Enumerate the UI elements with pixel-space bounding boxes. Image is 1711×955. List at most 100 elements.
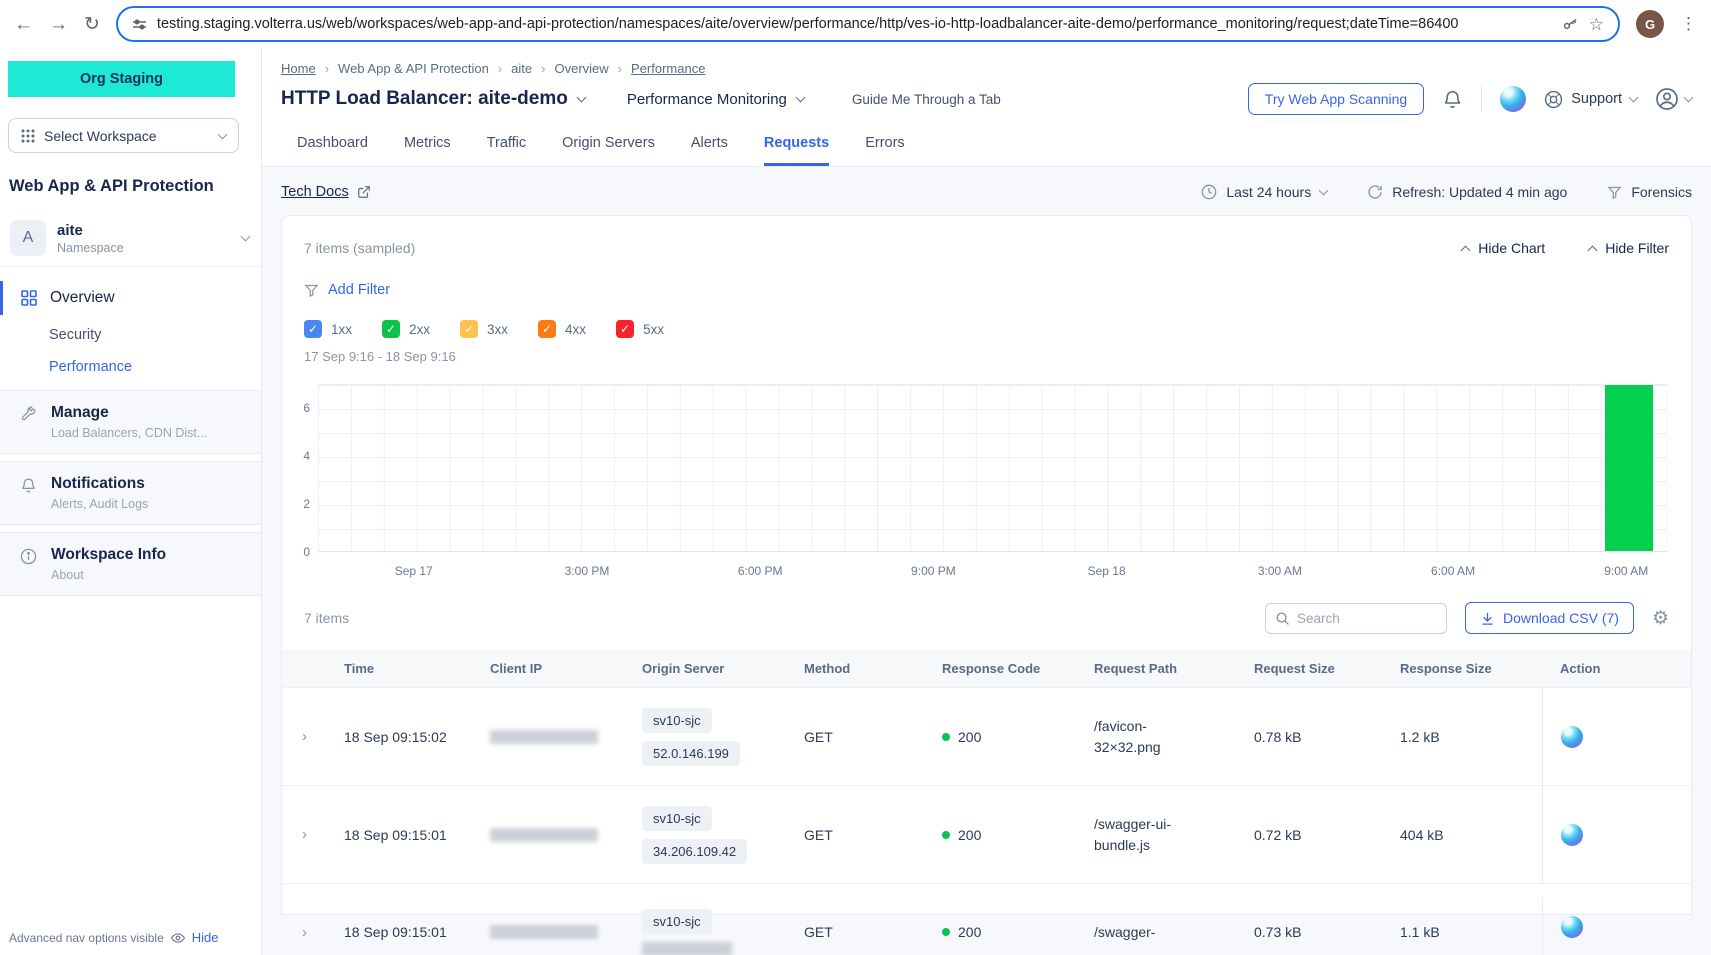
gear-icon[interactable]: ⚙ [1652, 607, 1669, 630]
grid-dots-icon [21, 129, 35, 143]
tab-requests[interactable]: Requests [764, 135, 829, 166]
col-method: Method [786, 661, 924, 676]
reload-icon[interactable]: ↻ [84, 15, 100, 34]
legend-1xx[interactable]: ✓ 1xx [304, 320, 352, 338]
chart-plot-area [318, 384, 1667, 552]
add-filter-button[interactable]: Add Filter [304, 282, 1669, 298]
forensics-control[interactable]: Forensics [1607, 184, 1692, 200]
monitoring-dropdown[interactable]: Performance Monitoring [627, 91, 804, 108]
client-ip-redacted [490, 828, 598, 842]
checkbox-2xx-checked[interactable]: ✓ [382, 320, 400, 338]
cell-response-size: 1.1 kB [1382, 924, 1542, 940]
origin-site-chip: sv10-sjc [642, 806, 712, 831]
breadcrumb-namespace[interactable]: aite [511, 61, 532, 76]
expand-row-icon[interactable]: › [282, 728, 326, 745]
account-menu[interactable] [1655, 87, 1692, 111]
expand-row-icon[interactable]: › [282, 924, 326, 941]
chevron-down-icon [795, 93, 805, 103]
add-filter-label: Add Filter [328, 282, 390, 298]
cell-method: GET [786, 827, 924, 843]
back-icon[interactable]: ← [14, 15, 33, 34]
breadcrumb-waap[interactable]: Web App & API Protection [338, 61, 489, 76]
guide-me-link[interactable]: Guide Me Through a Tab [852, 92, 1001, 107]
sidebar-item-notifications[interactable]: Notifications Alerts, Audit Logs [0, 461, 261, 525]
action-sphere-icon[interactable] [1561, 726, 1583, 748]
download-csv-button[interactable]: Download CSV (7) [1465, 602, 1634, 634]
search-icon [1275, 611, 1290, 626]
table-row[interactable]: › 18 Sep 09:15:02 sv10-sjc 52.0.146.199 … [282, 687, 1691, 785]
password-key-icon[interactable] [1562, 16, 1579, 33]
table-row[interactable]: › 18 Sep 09:15:01 sv10-sjc GET 200 /swag… [282, 883, 1691, 955]
cell-request-path: /favicon-32×32.png [1076, 716, 1204, 758]
col-response-code: Response Code [924, 661, 1076, 676]
tab-bar: Dashboard Metrics Traffic Origin Servers… [297, 135, 1692, 166]
chevron-down-icon [1629, 93, 1639, 103]
tune-icon[interactable] [132, 17, 147, 32]
legend-5xx[interactable]: ✓ 5xx [616, 320, 664, 338]
legend-3xx[interactable]: ✓ 3xx [460, 320, 508, 338]
expand-row-icon[interactable]: › [282, 826, 326, 843]
chevron-down-icon [576, 93, 586, 103]
sidebar-item-manage[interactable]: Manage Load Balancers, CDN Dist... [0, 390, 261, 454]
forward-icon[interactable]: → [49, 15, 68, 34]
checkbox-5xx-checked[interactable]: ✓ [616, 320, 634, 338]
action-sphere-icon[interactable] [1561, 916, 1583, 938]
tab-dashboard[interactable]: Dashboard [297, 135, 368, 166]
table-row[interactable]: › 18 Sep 09:15:01 sv10-sjc 34.206.109.42… [282, 785, 1691, 883]
sidebar-item-overview[interactable]: Overview [0, 277, 261, 319]
sidebar-item-security[interactable]: Security [0, 319, 261, 351]
tech-docs-label: Tech Docs [281, 184, 349, 200]
notification-bell-icon[interactable] [1442, 89, 1463, 110]
url-bar[interactable]: testing.staging.volterra.us/web/workspac… [116, 6, 1620, 42]
tab-errors[interactable]: Errors [865, 135, 904, 166]
cell-client-ip [472, 828, 624, 842]
client-ip-redacted [490, 730, 598, 744]
breadcrumb-performance[interactable]: Performance [631, 61, 705, 76]
sidebar-item-manage-label: Manage [51, 404, 207, 422]
namespace-type: Namespace [57, 241, 124, 255]
cell-action [1542, 786, 1691, 883]
bookmark-star-icon[interactable]: ☆ [1589, 16, 1604, 33]
legend-2xx-label: 2xx [409, 322, 430, 337]
sidebar-item-workspace-info-label: Workspace Info [51, 546, 166, 564]
refresh-label: Refresh: Updated 4 min ago [1392, 184, 1567, 200]
legend-4xx[interactable]: ✓ 4xx [538, 320, 586, 338]
cell-response-size: 404 kB [1382, 827, 1542, 843]
hide-filter-button[interactable]: Hide Filter [1589, 240, 1669, 256]
page-title-dropdown[interactable]: HTTP Load Balancer: aite-demo [281, 88, 585, 110]
breadcrumb-overview[interactable]: Overview [554, 61, 608, 76]
cell-response-code: 200 [924, 729, 1076, 745]
search-input[interactable] [1297, 611, 1437, 626]
workspace-selector[interactable]: Select Workspace [8, 118, 239, 153]
browser-profile-avatar[interactable]: G [1636, 10, 1664, 38]
browser-menu-icon[interactable]: ⋮ [1680, 14, 1697, 34]
tab-alerts[interactable]: Alerts [691, 135, 728, 166]
checkbox-4xx-checked[interactable]: ✓ [538, 320, 556, 338]
search-box[interactable] [1265, 603, 1447, 634]
try-web-app-scanning-button[interactable]: Try Web App Scanning [1248, 83, 1424, 115]
y-tick: 0 [303, 545, 310, 559]
tab-metrics[interactable]: Metrics [404, 135, 451, 166]
tab-origin-servers[interactable]: Origin Servers [562, 135, 655, 166]
hide-chart-button[interactable]: Hide Chart [1462, 240, 1545, 256]
chart-bar[interactable] [1605, 385, 1653, 551]
refresh-control[interactable]: Refresh: Updated 4 min ago [1367, 184, 1567, 200]
y-tick: 2 [303, 497, 310, 511]
time-range-dropdown[interactable]: Last 24 hours [1201, 184, 1327, 200]
checkbox-3xx-checked[interactable]: ✓ [460, 320, 478, 338]
tech-docs-link[interactable]: Tech Docs [281, 184, 371, 200]
hide-advanced-nav-link[interactable]: Hide [192, 930, 219, 945]
checkbox-1xx-checked[interactable]: ✓ [304, 320, 322, 338]
legend-2xx[interactable]: ✓ 2xx [382, 320, 430, 338]
support-menu[interactable]: Support [1544, 90, 1637, 109]
x-tick: 6:00 AM [1431, 564, 1475, 578]
sidebar-item-workspace-info[interactable]: Workspace Info About [0, 532, 261, 596]
product-sphere-icon[interactable] [1500, 86, 1526, 112]
breadcrumb-home[interactable]: Home [281, 61, 316, 76]
chart-time-range: 17 Sep 9:16 - 18 Sep 9:16 [304, 349, 1669, 364]
sidebar-item-performance[interactable]: Performance [0, 351, 261, 383]
tab-traffic[interactable]: Traffic [487, 135, 526, 166]
namespace-selector[interactable]: A aite Namespace [0, 212, 261, 267]
action-sphere-icon[interactable] [1561, 824, 1583, 846]
divider [1481, 86, 1482, 112]
